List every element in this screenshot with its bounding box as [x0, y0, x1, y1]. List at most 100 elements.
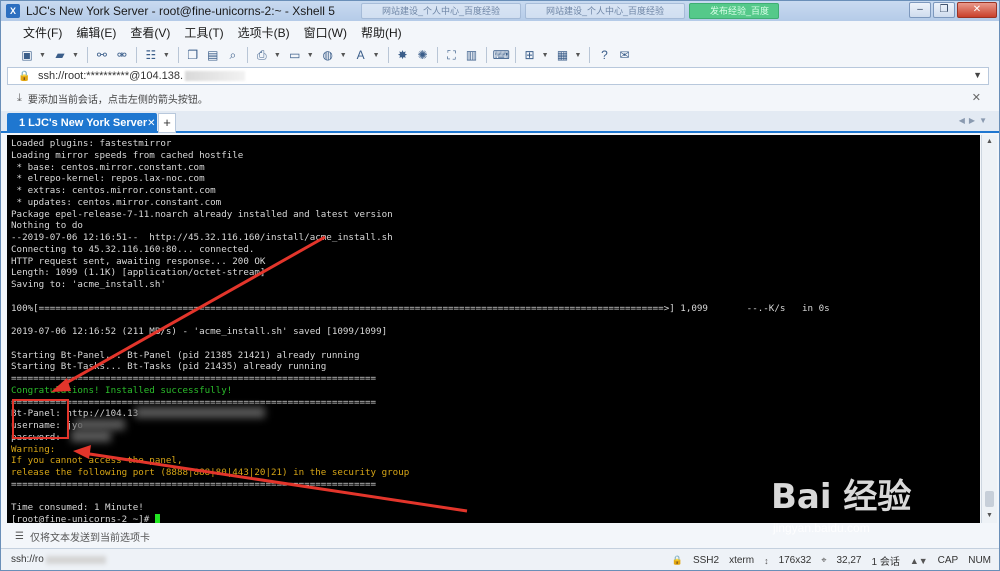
window-controls: – ❐ ✕ [909, 2, 997, 18]
ghost-tab: 发布经验_百度 [689, 3, 779, 19]
session-nav-icon[interactable]: ▲▼ [910, 556, 928, 566]
status-bar: ssh://ro 🔒 SSH2 xterm ↕ 176x32 ⌖ 32,27 1… [1, 548, 999, 570]
compose-bar[interactable]: ☰ 仅将文本发送到当前选项卡 [7, 525, 997, 547]
print-icon[interactable]: ⎙ [254, 47, 270, 63]
compose-menu-icon[interactable]: ☰ [15, 531, 24, 542]
chevron-down-icon[interactable]: ▼ [542, 52, 549, 59]
menu-help[interactable]: 帮助(H) [361, 24, 402, 41]
xshell-app-icon: X [6, 4, 20, 18]
scroll-up-icon[interactable]: ▲ [982, 135, 997, 149]
toolbar-divider [86, 47, 88, 63]
new-session-icon[interactable]: ▣ [19, 47, 35, 63]
lock-icon: 🔒 [671, 555, 683, 565]
toolbar-divider [485, 47, 487, 63]
status-cursor: 32,27 [836, 555, 862, 566]
lock-icon[interactable]: ▥ [464, 47, 480, 63]
unlink-icon[interactable]: ⚮ [114, 47, 130, 63]
chevron-down-icon[interactable]: ▼ [973, 70, 982, 80]
chevron-down-icon[interactable]: ▼ [373, 52, 380, 59]
close-icon[interactable]: ✕ [147, 118, 155, 129]
menu-tools[interactable]: 工具(T) [184, 24, 223, 41]
layout-icon[interactable]: ▦ [555, 47, 571, 63]
annotation-arrows [51, 235, 468, 513]
keyboard-icon[interactable]: ⌨ [493, 47, 510, 63]
address-bar[interactable]: 🔒 ssh://root:**********@104.138. ▼ [7, 67, 989, 85]
pin-arrow-icon[interactable]: ⤓ [17, 92, 22, 105]
chevron-down-icon[interactable]: ▼ [274, 52, 281, 59]
terminal-scrollbar[interactable]: ▲ ▼ [981, 135, 997, 523]
scroll-thumb[interactable] [985, 491, 994, 507]
status-caps: CAP [937, 555, 959, 566]
find-icon[interactable]: ⌕ [225, 47, 241, 63]
toolbar-divider [514, 47, 516, 63]
toolbar-divider [177, 47, 179, 63]
ghost-tab: 网站建设_个人中心_百度经验 [525, 3, 685, 19]
lock-icon: 🔒 [18, 70, 31, 82]
toolbar-divider [589, 47, 591, 63]
copy-icon[interactable]: ❐ [185, 47, 201, 63]
redacted-connection [45, 555, 106, 564]
add-tab-button[interactable]: + [158, 113, 176, 133]
close-button[interactable]: ✕ [957, 2, 997, 18]
tab-label: 1 LJC's New York Server [19, 117, 148, 129]
status-num: NUM [968, 555, 991, 566]
tab-ljc-new-york-server[interactable]: 1 LJC's New York Server ✕ [7, 113, 157, 133]
paste-icon[interactable]: ▤ [205, 47, 221, 63]
menu-tabs[interactable]: 选项卡(B) [238, 24, 290, 41]
status-terminal-type: xterm [729, 555, 755, 566]
chevron-down-icon[interactable]: ▼ [575, 52, 582, 59]
menu-window[interactable]: 窗口(W) [304, 24, 347, 41]
globe-icon[interactable]: ◍ [320, 47, 336, 63]
redacted-address [185, 71, 246, 81]
toolbar-divider [436, 47, 438, 63]
chat-icon[interactable]: ✉ [616, 47, 632, 63]
menu-view[interactable]: 查看(V) [130, 24, 170, 41]
close-icon[interactable]: ✕ [972, 91, 981, 104]
arrow-head [51, 378, 71, 392]
toolbar-divider [246, 47, 248, 63]
cursor-icon: ⌖ [821, 555, 827, 565]
tab-scroll-arrows-icon[interactable]: ◀▶▼ [959, 116, 991, 125]
toolbar: ▣ ▼ ▰ ▼ ⚯ ⚮ ☷ ▼ ❐ ▤ ⌕ ⎙ ▼ ▭ ▼ ◍ ▼ A ▼ ✸ ✺ ⛶ ▥ ⌨… [1, 43, 999, 67]
chevron-down-icon[interactable]: ▼ [340, 52, 347, 59]
menu-bar: 文件(F) 编辑(E) 查看(V) 工具(T) 选项卡(B) 窗口(W) 帮助(… [1, 21, 999, 43]
window-title: LJC's New York Server - root@fine-unicor… [26, 4, 335, 18]
status-connection: ssh://ro [11, 554, 44, 565]
chevron-down-icon[interactable]: ▼ [163, 52, 170, 59]
address-text[interactable]: ssh://root:**********@104.138. [38, 70, 183, 82]
arrow-line [58, 235, 326, 389]
chevron-down-icon[interactable]: ▼ [307, 52, 314, 59]
scroll-down-icon[interactable]: ▼ [982, 509, 997, 523]
chevron-down-icon[interactable]: ▼ [72, 52, 79, 59]
menu-edit[interactable]: 编辑(E) [76, 24, 116, 41]
status-right: 🔒 SSH2 xterm ↕ 176x32 ⌖ 32,27 1 会话 ▲▼ CA… [672, 553, 991, 568]
toolbar-divider [387, 47, 389, 63]
xftp-icon[interactable]: ✸ [395, 47, 411, 63]
xmanager-icon[interactable]: ✺ [415, 47, 431, 63]
open-folder-icon[interactable]: ▰ [52, 47, 68, 63]
monitor-icon[interactable]: ▭ [287, 47, 303, 63]
arrow-head [73, 445, 91, 459]
chevron-down-icon[interactable]: ▼ [39, 52, 46, 59]
toolbar-divider [135, 47, 137, 63]
menu-file[interactable]: 文件(F) [23, 24, 62, 41]
minimize-button[interactable]: – [909, 2, 931, 18]
restore-button[interactable]: ❐ [933, 2, 955, 18]
title-bar: X LJC's New York Server - root@fine-unic… [1, 1, 999, 21]
status-protocol: SSH2 [692, 555, 720, 566]
properties-icon[interactable]: ☷ [143, 47, 159, 63]
terminal-output[interactable]: Loaded plugins: fastestmirror Loading mir… [7, 135, 980, 523]
help-icon[interactable]: ? [596, 47, 612, 63]
compose-bar-text[interactable]: 仅将文本发送到当前选项卡 [30, 529, 150, 544]
link-icon[interactable]: ⚯ [94, 47, 110, 63]
new-tab-icon[interactable]: ⊞ [522, 47, 538, 63]
resize-icon: ↕ [764, 555, 769, 566]
fullscreen-icon[interactable]: ⛶ [444, 47, 460, 63]
session-tab-strip: 1 LJC's New York Server ✕ + ◀▶▼ [1, 111, 999, 133]
arrow-line [82, 451, 468, 513]
ghost-tab: 网站建设_个人中心_百度经验 [361, 3, 521, 19]
status-sessions: 1 会话 [871, 557, 900, 568]
session-hint-text: 要添加当前会话，点击左侧的箭头按钮。 [27, 94, 208, 106]
font-icon[interactable]: A [353, 47, 369, 63]
session-hint-bar: ⤓ 要添加当前会话，点击左侧的箭头按钮。 ✕ [7, 87, 989, 109]
